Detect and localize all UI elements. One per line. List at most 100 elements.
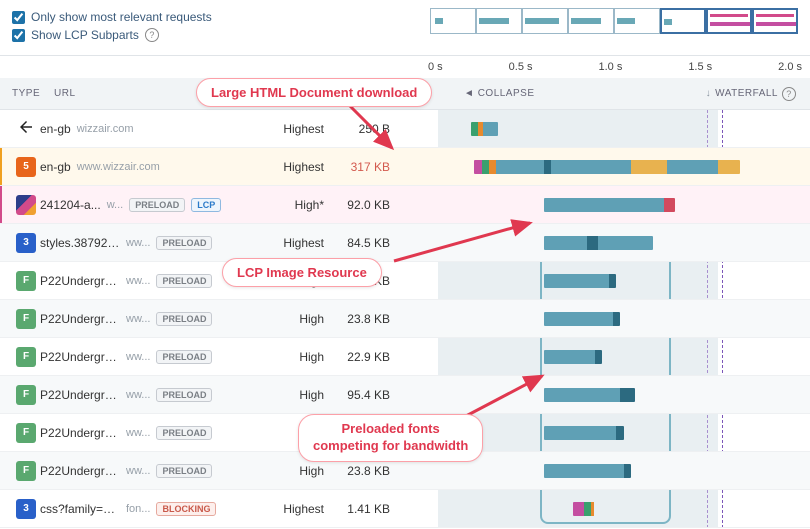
- request-name: 241204-a...: [40, 198, 101, 212]
- header-waterfall[interactable]: ↓WATERFALL ?: [706, 87, 796, 101]
- css-icon: 3: [16, 499, 36, 519]
- size: 22.9 KB: [334, 350, 404, 364]
- minimap[interactable]: [430, 6, 798, 34]
- request-name: css?family=S...: [40, 502, 120, 516]
- annotation-html: Large HTML Document download: [196, 78, 432, 107]
- table-row[interactable]: F P22Undergro... ww... PRELOAD High23.8 KB: [0, 300, 810, 338]
- url-cell: P22Undergro... ww... PRELOAD: [40, 312, 264, 326]
- annotation-lcp: LCP Image Resource: [222, 258, 382, 287]
- font-icon: F: [16, 461, 36, 481]
- request-name: P22Undergro...: [40, 464, 120, 478]
- url-cell: P22Undergro...ww...PRELOAD: [40, 464, 264, 478]
- tag-preload: PRELOAD: [156, 350, 212, 364]
- tick: 0.5 s: [509, 61, 533, 73]
- tick: 0 s: [428, 61, 443, 73]
- url-cell: 241204-a... w... PRELOAD LCP: [40, 198, 264, 212]
- size: 317 KB: [334, 160, 404, 174]
- html-icon: 5: [16, 157, 36, 177]
- priority: Highest: [264, 160, 334, 174]
- priority: High: [264, 312, 334, 326]
- request-name: P22Undergro...: [40, 312, 120, 326]
- waterfall-cell: [438, 262, 802, 299]
- font-icon: F: [16, 271, 36, 291]
- size: 95.4 KB: [334, 388, 404, 402]
- priority: High*: [264, 198, 334, 212]
- table-row[interactable]: FP22Undergro...ww...PRELOADHigh23.8 KB: [0, 262, 810, 300]
- size: 1.41 KB: [334, 502, 404, 516]
- waterfall-cell: [438, 110, 802, 147]
- size: 92.0 KB: [334, 198, 404, 212]
- request-name: P22Undergro...: [40, 274, 120, 288]
- tag-preload: PRELOAD: [156, 426, 212, 440]
- request-name: styles.38792....: [40, 236, 120, 250]
- table-row[interactable]: 5 en-gb www.wizzair.com Highest317 KB: [0, 148, 810, 186]
- filter-only-relevant-checkbox[interactable]: [12, 11, 25, 24]
- request-host: ww...: [126, 351, 150, 363]
- request-host: w...: [107, 199, 124, 211]
- tick: 2.0 s: [778, 61, 802, 73]
- top-bar: Only show most relevant requests Show LC…: [0, 0, 810, 56]
- time-axis: 0 s 0.5 s 1.0 s 1.5 s 2.0 s: [428, 56, 802, 78]
- url-cell: en-gb www.wizzair.com: [40, 160, 264, 174]
- url-cell: en-gb wizzair.com: [40, 122, 264, 136]
- filter-only-relevant-label: Only show most relevant requests: [31, 10, 212, 24]
- tag-lcp: LCP: [191, 198, 221, 212]
- font-icon: F: [16, 347, 36, 367]
- filter-lcp-subparts-checkbox[interactable]: [12, 29, 25, 42]
- help-icon[interactable]: ?: [145, 28, 159, 42]
- tag-preload: PRELOAD: [156, 388, 212, 402]
- font-icon: F: [16, 385, 36, 405]
- font-icon: F: [16, 423, 36, 443]
- priority: High: [264, 388, 334, 402]
- table-row[interactable]: en-gbwizzair.comHighest250 B: [0, 110, 810, 148]
- table-row[interactable]: F P22Undergro... ww... PRELOAD High95.4 KB: [0, 376, 810, 414]
- priority: Highest: [264, 236, 334, 250]
- tag-preload: PRELOAD: [156, 236, 212, 250]
- request-host: wizzair.com: [77, 123, 134, 135]
- request-name: en-gb: [40, 160, 71, 174]
- css-icon: 3: [16, 233, 36, 253]
- request-name: P22Undergro...: [40, 388, 120, 402]
- request-host: ww...: [126, 389, 150, 401]
- filter-only-relevant[interactable]: Only show most relevant requests: [12, 10, 212, 24]
- url-cell: styles.38792....ww...PRELOAD: [40, 236, 264, 250]
- header-type[interactable]: TYPE: [12, 88, 54, 99]
- request-host: ww...: [126, 427, 150, 439]
- annotation-fonts: Preloaded fontscompeting for bandwidth: [298, 414, 483, 462]
- tag-preload: PRELOAD: [156, 274, 212, 288]
- tag-preload: PRELOAD: [156, 464, 212, 478]
- request-host: www.wizzair.com: [77, 161, 160, 173]
- size: 23.8 KB: [334, 312, 404, 326]
- font-icon: F: [16, 309, 36, 329]
- waterfall-cell: [438, 148, 802, 185]
- request-host: ww...: [126, 275, 150, 287]
- request-host: ww...: [126, 313, 150, 325]
- filter-lcp-subparts[interactable]: Show LCP Subparts ?: [12, 28, 212, 42]
- priority: Highest: [264, 122, 334, 136]
- filter-checkboxes: Only show most relevant requests Show LC…: [12, 6, 212, 42]
- url-cell: css?family=S...fon...BLOCKING: [40, 502, 264, 516]
- tag-preload: PRELOAD: [156, 312, 212, 326]
- request-name: P22Undergro...: [40, 350, 120, 364]
- waterfall-cell: [438, 490, 802, 527]
- url-cell: P22Undergro... ww... PRELOAD: [40, 350, 264, 364]
- filter-lcp-subparts-label: Show LCP Subparts: [31, 28, 139, 42]
- priority: High: [264, 350, 334, 364]
- tag-blocking: BLOCKING: [156, 502, 216, 516]
- redirect-icon: [17, 118, 35, 139]
- priority: Highest: [264, 502, 334, 516]
- tag-preload: PRELOAD: [129, 198, 185, 212]
- table-row[interactable]: F P22Undergro... ww... PRELOAD High22.9 KB: [0, 338, 810, 376]
- request-name: en-gb: [40, 122, 71, 136]
- url-cell: P22Undergro... ww... PRELOAD: [40, 426, 264, 440]
- waterfall-cell: [438, 452, 802, 489]
- table-row[interactable]: 3 css?family=S...fon...BLOCKINGHighest1.4…: [0, 490, 810, 528]
- header-collapse[interactable]: ◄ COLLAPSE: [464, 88, 535, 99]
- url-cell: P22Undergro... ww... PRELOAD: [40, 388, 264, 402]
- help-icon[interactable]: ?: [782, 87, 796, 101]
- request-name: P22Undergro...: [40, 426, 120, 440]
- tick: 1.0 s: [598, 61, 622, 73]
- priority: High: [264, 464, 334, 478]
- size: 23.8 KB: [334, 464, 404, 478]
- request-table: en-gbwizzair.comHighest250 B5en-gbwww.wi…: [0, 110, 810, 528]
